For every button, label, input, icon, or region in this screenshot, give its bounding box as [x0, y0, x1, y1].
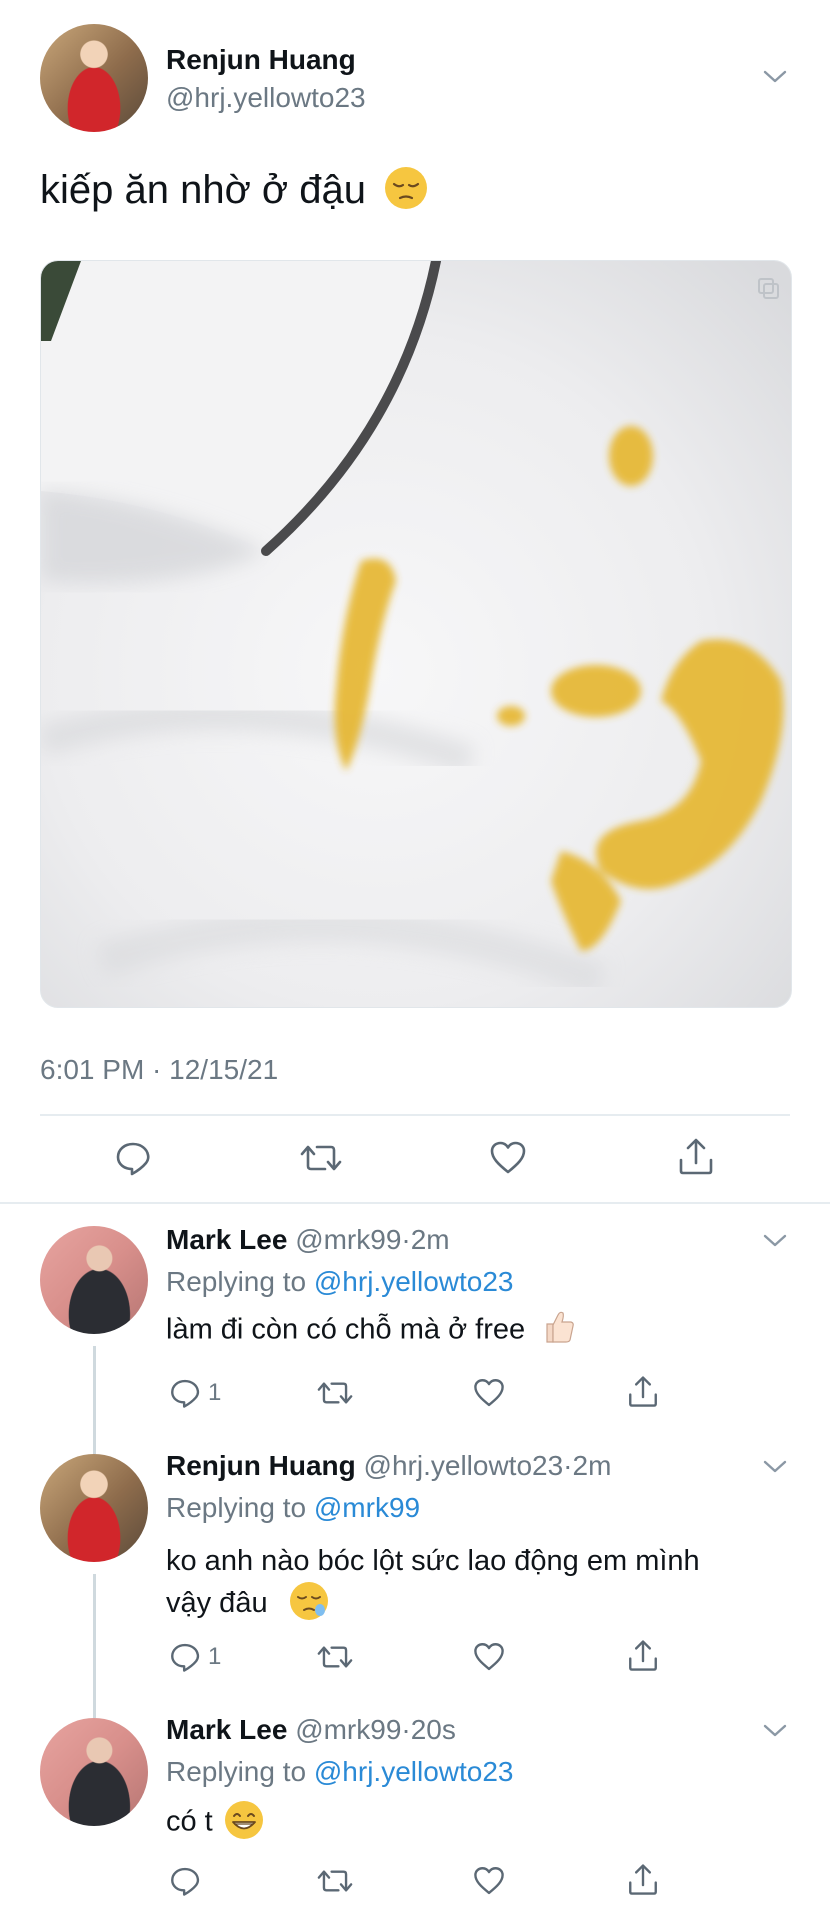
like-icon[interactable]	[472, 1376, 506, 1415]
replying-to: Replying to @hrj.yellowto23	[166, 1266, 514, 1298]
author-name[interactable]: Renjun Huang	[166, 44, 356, 76]
reply-icon[interactable]	[168, 1376, 202, 1415]
reply-author-name[interactable]: Renjun Huang	[166, 1450, 356, 1481]
replying-to-link[interactable]: @mrk99	[314, 1492, 420, 1523]
chevron-down-icon[interactable]	[760, 62, 790, 97]
chevron-down-icon[interactable]	[760, 1716, 790, 1751]
reply-avatar[interactable]	[40, 1718, 148, 1826]
sleepy-face-icon	[289, 1582, 328, 1621]
share-icon[interactable]	[626, 1862, 660, 1903]
reply-count: 1	[208, 1379, 222, 1406]
thread-line	[93, 1708, 96, 1718]
reply-time[interactable]: 2m	[411, 1224, 450, 1255]
separator: ·	[563, 1450, 573, 1481]
replying-label: Replying to	[166, 1492, 307, 1523]
reply-icon[interactable]	[168, 1640, 202, 1679]
tweet-timestamp[interactable]: 6:01 PM · 12/15/21	[40, 1054, 278, 1086]
reply-handle[interactable]: @mrk99	[295, 1224, 401, 1255]
reply-author-name[interactable]: Mark Lee	[166, 1224, 287, 1255]
chevron-down-icon[interactable]	[760, 1226, 790, 1261]
thumbs-up-icon	[539, 1308, 577, 1346]
reply-header: Renjun Huang @hrj.yellowto23·2m	[166, 1450, 611, 1482]
replying-to-link[interactable]: @hrj.yellowto23	[314, 1756, 514, 1787]
section-divider	[0, 1202, 830, 1204]
grinning-face-icon	[224, 1801, 263, 1839]
reply-time[interactable]: 2m	[573, 1450, 612, 1481]
reply-avatar[interactable]	[40, 1454, 148, 1562]
share-icon[interactable]	[626, 1374, 660, 1415]
image-copy-icon	[755, 275, 781, 306]
reply-text-line: vậy đâu	[166, 1582, 786, 1624]
retweet-icon[interactable]	[316, 1376, 354, 1415]
reply-avatar[interactable]	[40, 1226, 148, 1334]
reply-handle[interactable]: @mrk99	[295, 1714, 401, 1745]
reply-text-line: ko anh nào bóc lột sức lao động em mình	[166, 1545, 700, 1577]
retweet-icon[interactable]	[316, 1640, 354, 1679]
reply-text-content: vậy đâu	[166, 1587, 268, 1619]
replying-to-link[interactable]: @hrj.yellowto23	[314, 1266, 514, 1297]
thread-line	[93, 1446, 96, 1454]
reply-handle[interactable]: @hrj.yellowto23	[364, 1450, 564, 1481]
replying-to: Replying to @mrk99	[166, 1492, 420, 1524]
separator: ·	[401, 1714, 411, 1745]
replying-label: Replying to	[166, 1266, 307, 1297]
like-icon[interactable]	[488, 1138, 528, 1178]
separator: ·	[401, 1224, 411, 1255]
share-icon[interactable]	[676, 1136, 716, 1178]
author-handle[interactable]: @hrj.yellowto23	[166, 82, 366, 114]
reply-time[interactable]: 20s	[411, 1714, 456, 1745]
replying-to: Replying to @hrj.yellowto23	[166, 1756, 514, 1788]
retweet-icon[interactable]	[299, 1138, 343, 1178]
divider	[40, 1114, 790, 1116]
reply-icon[interactable]	[113, 1138, 153, 1178]
share-icon[interactable]	[626, 1638, 660, 1679]
reply-text: ko anh nào bóc lột sức lao động em mình …	[166, 1540, 786, 1624]
reply-action-bar: 1	[166, 1640, 666, 1680]
thread-line	[93, 1346, 96, 1446]
chevron-down-icon[interactable]	[760, 1452, 790, 1487]
reply-text: làm đi còn có chỗ mà ở free	[166, 1311, 577, 1350]
reply-icon[interactable]	[168, 1864, 202, 1903]
reply-header: Mark Lee @mrk99·20s	[166, 1714, 456, 1746]
reply-count: 1	[208, 1643, 222, 1670]
reply-author-name[interactable]: Mark Lee	[166, 1714, 287, 1745]
reply-text-content: có t	[166, 1805, 213, 1838]
retweet-icon[interactable]	[316, 1864, 354, 1903]
tweet-text-content: kiếp ăn nhờ ở đậu	[40, 168, 367, 212]
thread-line	[93, 1574, 96, 1708]
reply-header: Mark Lee @mrk99·2m	[166, 1224, 450, 1256]
reply-text: có t	[166, 1801, 263, 1842]
replying-label: Replying to	[166, 1756, 307, 1787]
pensive-face-icon	[385, 167, 428, 210]
like-icon[interactable]	[472, 1864, 506, 1903]
like-icon[interactable]	[472, 1640, 506, 1679]
tweet-text: kiếp ăn nhờ ở đậu	[40, 167, 428, 213]
reply-action-bar	[166, 1864, 666, 1904]
author-avatar[interactable]	[40, 24, 148, 132]
reply-action-bar: 1	[166, 1376, 666, 1416]
tweet-image[interactable]	[40, 260, 792, 1008]
reply-text-content: làm đi còn có chỗ mà ở free	[166, 1313, 526, 1346]
